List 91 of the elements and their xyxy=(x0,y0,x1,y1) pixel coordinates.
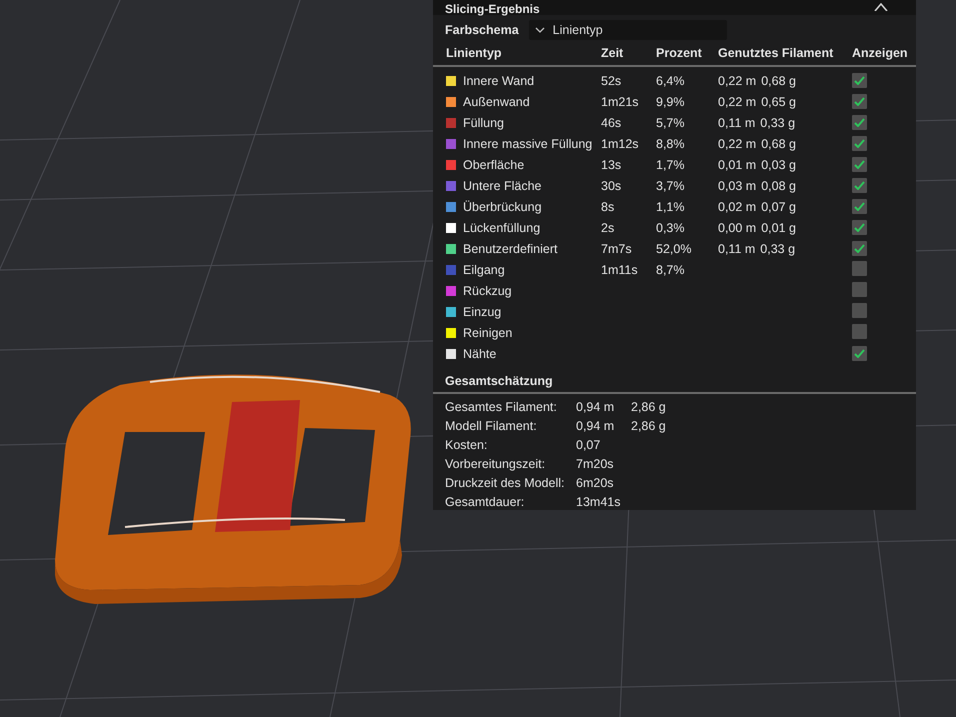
summary-value: 2,86 g xyxy=(631,418,666,432)
summary-value: 0,94 m xyxy=(576,418,616,432)
line-type-name: Innere massive Füllung xyxy=(463,136,592,150)
percent-cell: 1,7% xyxy=(656,158,684,172)
filament-length-cell: 0,11 m xyxy=(718,242,756,256)
percent-cell: 8,7% xyxy=(656,262,684,276)
close-icon[interactable] xyxy=(874,3,888,11)
show-checkbox[interactable] xyxy=(852,346,867,361)
filament-length-cell: 0,03 m xyxy=(718,178,756,192)
line-type-name: Rückzug xyxy=(463,284,512,298)
time-cell: 13s xyxy=(601,158,622,172)
column-header: Genutztes Filament xyxy=(718,46,834,60)
column-header: Linientyp xyxy=(446,46,503,60)
line-type-name: Eilgang xyxy=(463,262,505,276)
time-cell: 8s xyxy=(601,200,614,214)
summary-label: Kosten: xyxy=(445,438,488,452)
filament-length-cell: 0,02 m xyxy=(718,200,756,214)
filament-weight-cell: 0,33 g xyxy=(760,116,796,130)
time-cell: 52s xyxy=(601,74,622,88)
summary-label: Druckzeit des Modell: xyxy=(445,476,566,490)
percent-cell: 0,3% xyxy=(656,220,684,234)
line-type-name: Füllung xyxy=(463,116,504,130)
column-header: Prozent xyxy=(656,46,703,60)
filament-length-cell: 0,22 m xyxy=(718,94,756,108)
panel-title: Slicing-Ergebnis xyxy=(445,3,540,15)
line-type-name: Benutzerdefiniert xyxy=(463,242,558,256)
time-cell: 1m11s xyxy=(601,262,638,276)
filament-weight-cell: 0,07 g xyxy=(761,200,796,214)
time-cell: 7m7s xyxy=(601,242,632,256)
percent-cell: 3,7% xyxy=(656,178,684,192)
time-cell: 46s xyxy=(601,116,622,130)
line-type-name: Reinigen xyxy=(463,326,512,340)
summary-value: 2,86 g xyxy=(631,400,666,414)
percent-cell: 52,0% xyxy=(656,242,692,256)
summary-value: 0,07 xyxy=(576,438,602,452)
summary-value: 6m20s xyxy=(576,476,615,490)
percent-cell: 1,1% xyxy=(656,200,684,214)
filament-weight-cell: 0,65 g xyxy=(761,94,796,108)
color-scheme-label: Farbschema xyxy=(445,23,519,37)
percent-cell: 9,9% xyxy=(656,94,684,108)
filament-weight-cell: 0,33 g xyxy=(760,242,796,256)
filament-weight-cell: 0,01 g xyxy=(761,220,796,234)
summary-title: Gesamtschätzung xyxy=(444,373,554,390)
summary-value: 0,94 m xyxy=(576,400,616,414)
line-type-name: Nähte xyxy=(463,346,496,360)
filament-weight-cell: 0,68 g xyxy=(761,136,796,150)
filament-length-cell: 0,22 m xyxy=(718,74,756,88)
summary-label: Gesamtes Filament: xyxy=(445,400,558,414)
filament-weight-cell: 0,68 g xyxy=(761,74,796,88)
line-type-name: Überbrückung xyxy=(463,200,542,214)
line-type-name: Untere Fläche xyxy=(463,178,542,192)
show-checkbox[interactable] xyxy=(852,115,867,130)
summary-label: Modell Filament: xyxy=(445,418,538,432)
show-checkbox[interactable] xyxy=(852,157,867,172)
line-type-name: Lückenfüllung xyxy=(463,220,540,234)
line-type-name: Oberfläche xyxy=(463,158,524,172)
percent-cell: 5,7% xyxy=(656,116,684,130)
line-type-name: Innere Wand xyxy=(463,74,534,88)
show-checkbox[interactable] xyxy=(852,136,867,151)
summary-label: Vorbereitungszeit: xyxy=(445,456,546,470)
column-header: Anzeigen xyxy=(852,46,909,60)
summary-label: Gesamtdauer: xyxy=(445,494,526,508)
filament-weight-cell: 0,08 g xyxy=(761,178,796,192)
show-checkbox[interactable] xyxy=(852,94,867,109)
filament-length-cell: 0,01 m xyxy=(718,158,756,172)
filament-weight-cell: 0,03 g xyxy=(761,158,796,172)
column-header: Zeit xyxy=(601,46,624,60)
show-checkbox[interactable] xyxy=(852,199,867,214)
percent-cell: 8,8% xyxy=(656,136,684,150)
chevron-icon xyxy=(534,27,545,33)
time-cell: 2s xyxy=(601,220,614,234)
summary-value: 13m41s xyxy=(576,494,622,508)
line-type-name: Außenwand xyxy=(463,94,530,108)
show-checkbox[interactable] xyxy=(852,73,867,88)
color-scheme-dropdown[interactable]: Linientyp xyxy=(528,20,727,40)
show-checkbox[interactable] xyxy=(852,241,867,256)
filament-length-cell: 0,00 m xyxy=(718,220,756,234)
show-checkbox[interactable] xyxy=(852,260,867,276)
filament-length-cell: 0,11 m xyxy=(718,116,756,130)
show-checkbox[interactable] xyxy=(852,302,867,318)
time-cell: 1m12s xyxy=(601,136,639,150)
summary-value: 7m20s xyxy=(576,456,615,470)
filament-length-cell: 0,22 m xyxy=(718,136,756,150)
show-checkbox[interactable] xyxy=(852,220,867,235)
time-cell: 1m21s xyxy=(601,94,639,108)
percent-cell: 6,4% xyxy=(656,74,684,88)
show-checkbox[interactable] xyxy=(852,178,867,193)
time-cell: 30s xyxy=(601,178,622,192)
show-checkbox[interactable] xyxy=(852,282,867,296)
show-checkbox[interactable] xyxy=(852,324,867,338)
line-type-name: Einzug xyxy=(463,304,502,318)
